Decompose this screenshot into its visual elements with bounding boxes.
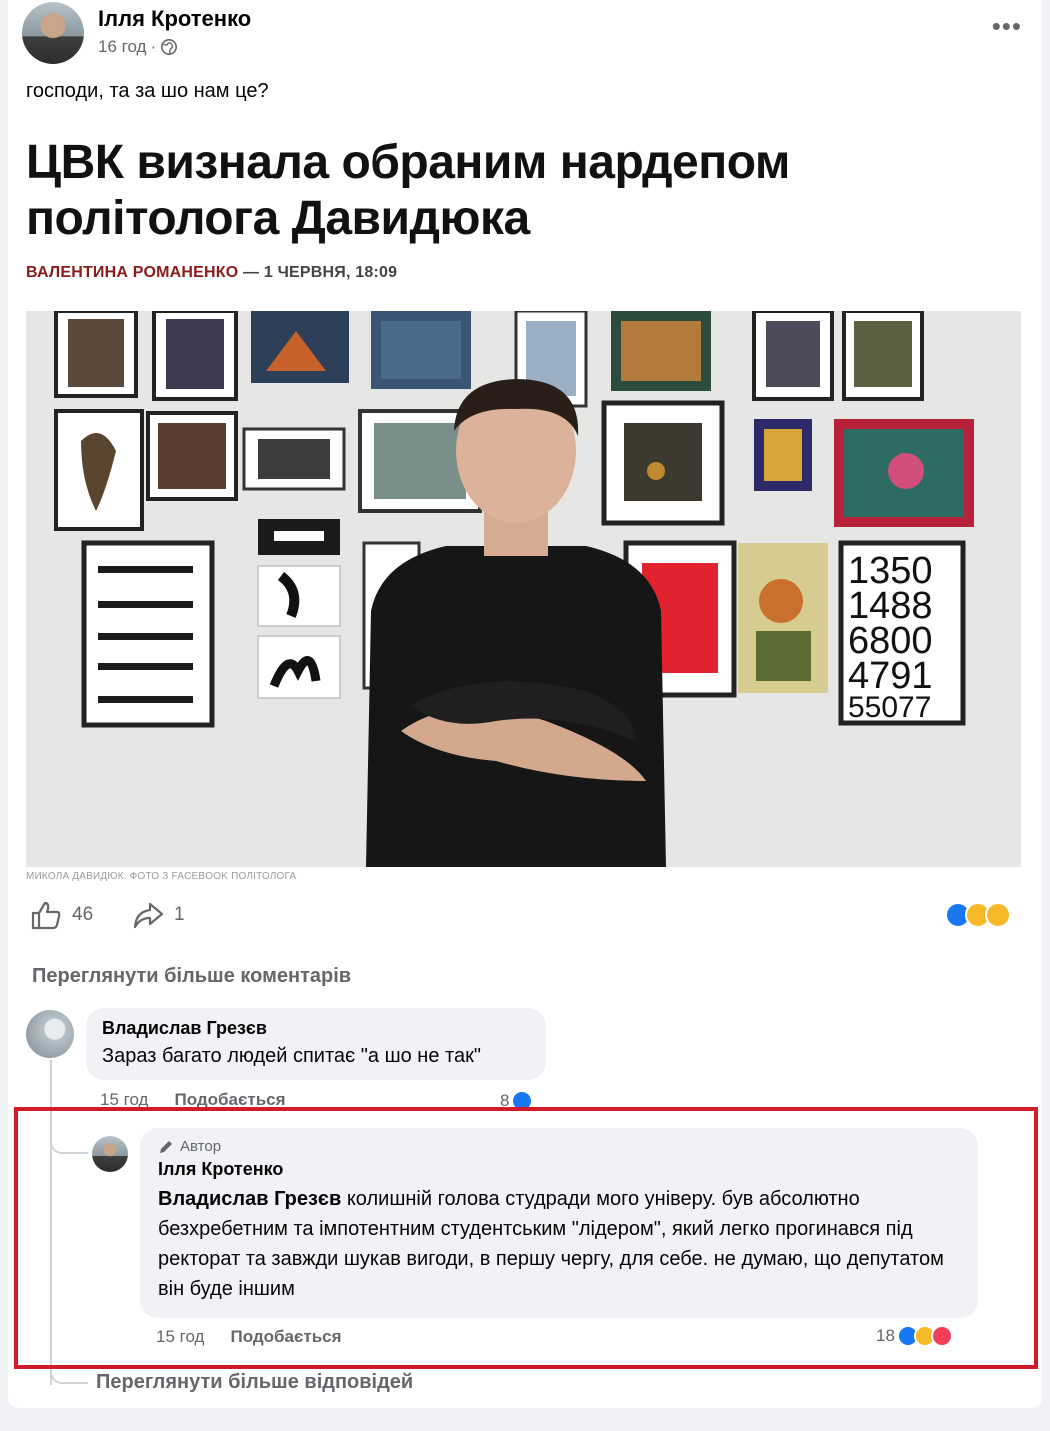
photo-illustration: 1350 1488 6800 4791 55077 [26,311,1021,867]
byline-author: ВАЛЕНТИНА РОМАНЕНКО [26,264,239,281]
reply-text: Владислав Грезєв колишній голова студрад… [158,1184,960,1304]
photo-caption: МИКОЛА ДАВИДЮК. ФОТО З FACEBOOK ПОЛІТОЛО… [26,871,297,882]
mention-link[interactable]: Владислав Грезєв [158,1188,341,1210]
article-byline: ВАЛЕНТИНА РОМАНЕНКО — 1 ЧЕРВНЯ, 18:09 [26,264,397,282]
comment-text: Зараз багато людей спитає "а шо не так" [102,1045,481,1067]
reaction-summary[interactable] [945,902,1011,928]
reply-author-avatar[interactable] [92,1136,128,1172]
article-photo[interactable]: 1350 1488 6800 4791 55077 [26,311,1021,867]
article-headline[interactable]: ЦВК визнала обраним нардепом політолога … [26,135,1006,247]
share-count: 1 [174,904,185,925]
thread-connector [50,1370,88,1384]
post-text: господи, та за шо нам це? [26,80,269,102]
svg-text:55077: 55077 [848,691,931,724]
globe-icon [161,38,178,56]
share-arrow-icon [133,902,164,929]
reply-bubble: Автор Ілля Кротенко Владислав Грезєв кол… [140,1128,978,1318]
author-name[interactable]: Ілля Кротенко [98,6,251,32]
wow-reaction-icon [985,902,1011,928]
share-button[interactable]: 1 [132,900,185,930]
reply-meta: 15 год Подобається [156,1327,342,1347]
post-meta: 16 год · [98,37,178,57]
commenter-name[interactable]: Владислав Грезєв [102,1018,530,1039]
love-reaction-icon [930,1325,953,1347]
author-badge: Автор [158,1138,960,1155]
like-count: 46 [72,904,94,925]
post-time[interactable]: 16 год [98,37,146,57]
commenter-avatar[interactable] [26,1010,74,1058]
like-button[interactable]: 46 [30,900,93,930]
view-more-comments-link[interactable]: Переглянути більше коментарів [32,965,351,988]
meta-separator: · [150,37,157,56]
comment-bubble: Владислав Грезєв Зараз багато людей спит… [86,1008,546,1080]
reply-time[interactable]: 15 год [156,1327,204,1347]
reply-reaction-count[interactable]: 18 [876,1325,953,1347]
author-badge-label: Автор [180,1138,222,1155]
view-more-replies-link[interactable]: Переглянути більше відповідей [96,1371,413,1394]
number-artwork-text: 1350 1488 6800 4791 55077 [848,550,933,724]
author-avatar[interactable] [22,2,84,64]
reply-like-button[interactable]: Подобається [230,1327,341,1347]
byline-date: — 1 ЧЕРВНЯ, 18:09 [238,264,398,281]
reply-reaction-number: 18 [876,1326,895,1345]
more-options-icon[interactable]: ••• [992,13,1022,39]
pencil-icon [160,1140,172,1153]
reply-author-name[interactable]: Ілля Кротенко [158,1159,960,1180]
thumbs-up-icon [31,901,61,930]
